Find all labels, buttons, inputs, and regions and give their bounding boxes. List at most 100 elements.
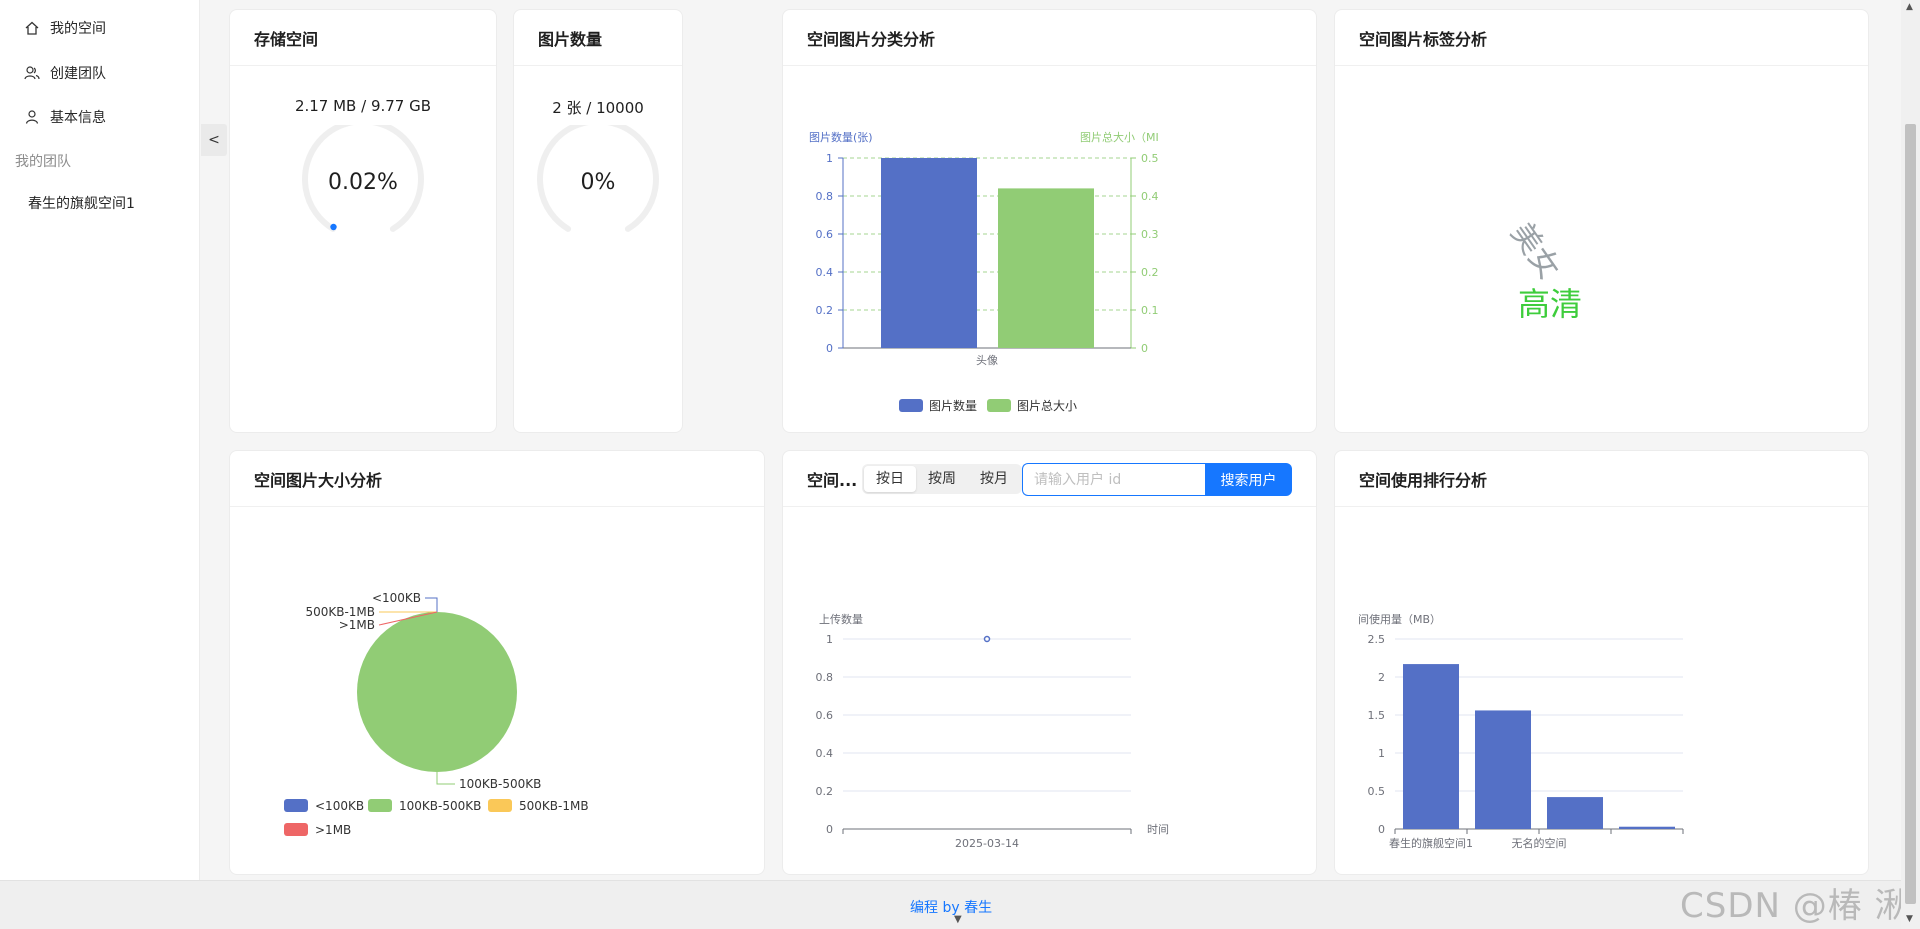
legend-swatch (284, 823, 308, 836)
x-tick-label: 头像 (976, 354, 998, 367)
home-icon (25, 21, 39, 35)
tag-word-cloud: 美女 高清 (1503, 217, 1582, 323)
y-tick-label: 1 (826, 633, 833, 646)
sidebar-item-label: 创建团队 (50, 66, 106, 82)
y-tick-label: 0 (1378, 823, 1385, 836)
legend-label: 图片总大小 (1017, 399, 1077, 413)
legend-label: 图片数量 (929, 398, 977, 413)
slice-label: >1MB (339, 618, 375, 632)
sidebar-item-label: 基本信息 (50, 110, 106, 126)
bar (1547, 797, 1603, 829)
footer-author-link[interactable]: 编程 by 春生 (910, 897, 992, 917)
tags-card: 空间图片标签分析 美女 高清 (1334, 9, 1869, 433)
rank-card: 空间使用排行分析 0 0.5 1 1.5 2 2.5 间使用量（MB） 春生的旗舰空间1 无名的… (1334, 450, 1869, 875)
search-user-button[interactable]: 搜索用户 (1205, 463, 1292, 496)
csdn-watermark: CSDN @椿 湫 (1680, 886, 1910, 926)
image-count-gauge: 0% (533, 118, 663, 235)
card-title: 图片数量 (514, 10, 682, 66)
bar (1403, 664, 1459, 829)
page-scrollbar[interactable]: ▲ ▼ (1901, 0, 1920, 929)
y-right-tick-label: 0.5 (1141, 152, 1159, 165)
legend-label: 100KB-500KB (399, 799, 481, 813)
sidebar-item-basic-info[interactable]: 基本信息 (24, 105, 106, 129)
category-chart: 0 0 0.2 0.1 0.4 0.2 0.6 0.3 0.8 0.4 1 0.5 图片数量(张) 图片总… (809, 130, 1159, 413)
slice-label: <100KB (372, 591, 421, 605)
word-cloud-word: 美女 (1503, 217, 1566, 286)
storage-usage-text: 2.17 MB / 9.77 GB (294, 97, 432, 115)
label-line (436, 772, 455, 785)
y-tick-label: 0.4 (816, 266, 834, 279)
legend-swatch (987, 399, 1011, 412)
storage-gauge: 0.02% (298, 118, 428, 235)
slice-label: 500KB-1MB (305, 605, 375, 619)
scroll-up-arrow-icon[interactable]: ▲ (1906, 2, 1913, 12)
y-tick-label: 1.5 (1368, 709, 1386, 722)
y-tick-label: 2.5 (1368, 633, 1386, 646)
card-title: 空间图片大小分析 (230, 451, 764, 507)
y-axis-title: 间使用量（MB） (1358, 613, 1441, 626)
legend-swatch (368, 799, 392, 812)
sidebar-item-label: 我的空间 (50, 21, 106, 37)
card-title: 空间图片分类分析 (783, 10, 1316, 66)
time-range-selector[interactable]: 按日 按周 按月 (862, 464, 1022, 494)
sidebar-collapse-button[interactable]: < (201, 124, 227, 156)
category-card: 空间图片分类分析 0 0 0.2 0.1 0.4 0.2 0.6 0.3 0.8 0.4 1 0.5 图… (782, 9, 1317, 433)
y-tick-label: 0.5 (1368, 785, 1386, 798)
bar (1475, 710, 1531, 829)
segment-month[interactable]: 按月 (968, 466, 1020, 492)
storage-gauge-progress (330, 223, 337, 231)
y-tick-label: 0.8 (816, 671, 834, 684)
legend-swatch (284, 799, 308, 812)
scroll-thumb[interactable] (1905, 124, 1916, 904)
storage-percent: 0.02% (328, 170, 398, 195)
upload-card: 空间... 0 0.2 0.4 0.6 0.8 1 上传数量 时间 2025-03-14 (782, 450, 1317, 875)
y-tick-label: 0.4 (816, 747, 834, 760)
bar (881, 158, 977, 348)
y-right-tick-label: 0 (1141, 342, 1148, 355)
segment-week[interactable]: 按周 (916, 466, 968, 492)
segment-day[interactable]: 按日 (864, 466, 916, 492)
word-cloud-word: 高清 (1518, 285, 1582, 323)
image-count-card: 图片数量 2 张 / 10000 0% (513, 9, 683, 433)
x-tick-label: 无名的空间 (1512, 836, 1567, 850)
legend-label: 500KB-1MB (519, 799, 589, 813)
y-tick-label: 0.2 (816, 785, 834, 798)
y-tick-label: 0.8 (816, 190, 834, 203)
bar (998, 188, 1094, 348)
sidebar-item-label: 春生的旗舰空间1 (28, 196, 135, 212)
legend-swatch (899, 399, 923, 412)
y-right-tick-label: 0.1 (1141, 304, 1159, 317)
size-card: 空间图片大小分析 100KB-500KB <100KB 500KB-1MB >1MB <… (229, 450, 765, 875)
data-point (983, 635, 991, 643)
y-tick-label: 1 (1378, 747, 1385, 760)
y-tick-label: 0.6 (816, 709, 834, 722)
slice-label: 100KB-500KB (459, 777, 541, 791)
image-count-percent: 0% (580, 170, 616, 195)
user-id-search-input[interactable] (1022, 463, 1206, 496)
size-pie-chart: 100KB-500KB<100KB500KB-1MB>1MB<100KB 100K… (284, 591, 589, 837)
bar (1619, 826, 1675, 829)
x-tick-label: 2025-03-14 (955, 837, 1019, 850)
x-axis-title: 时间 (1147, 823, 1169, 836)
card-title: 空间图片标签分析 (1335, 10, 1868, 66)
sidebar-item-create-team[interactable]: 创建团队 (24, 61, 106, 85)
y-tick-label: 0.6 (816, 228, 834, 241)
image-count-text: 2 张 / 10000 (552, 99, 644, 117)
y-right-tick-label: 0.2 (1141, 266, 1159, 279)
y-right-tick-label: 0.4 (1141, 190, 1159, 203)
sidebar-item-my-space[interactable]: 我的空间 (24, 16, 106, 40)
y-tick-label: 1 (826, 152, 833, 165)
y-axis-title: 图片数量(张) (809, 131, 873, 144)
legend-label: <100KB (315, 799, 364, 813)
y-tick-label: 0.2 (816, 304, 834, 317)
legend-label: >1MB (315, 823, 351, 837)
sidebar-item-team-space[interactable]: 春生的旗舰空间1 (28, 191, 135, 215)
sidebar-group-title: 我的团队 (15, 154, 71, 170)
y-tick-label: 0 (826, 342, 833, 355)
footer: 编程 by 春生 ▼ (0, 880, 1901, 929)
label-line (425, 597, 438, 612)
y-right-axis-title: 图片总大小（MI (1080, 130, 1159, 144)
scroll-down-arrow-icon[interactable]: ▼ (1906, 914, 1913, 924)
y-tick-label: 2 (1378, 671, 1385, 684)
y-right-tick-label: 0.3 (1141, 228, 1159, 241)
